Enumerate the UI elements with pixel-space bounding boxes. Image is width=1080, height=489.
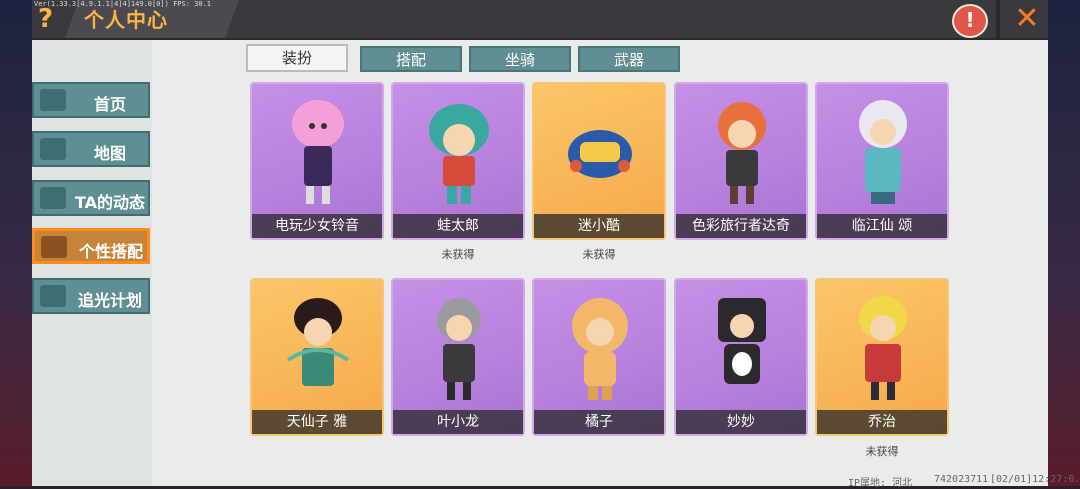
skin-name: 叶小龙 (393, 410, 523, 434)
home-icon (40, 89, 66, 111)
character-figure (429, 104, 489, 204)
sidebar-item-outfit[interactable]: 个性搭配 (32, 228, 150, 264)
background-left (0, 0, 35, 486)
sidebar-item-light-plan[interactable]: 追光计划 (32, 278, 150, 314)
tab-weapon[interactable]: 武器 (578, 46, 680, 72)
character-figure (572, 298, 628, 400)
character-figure (859, 296, 907, 400)
skin-card[interactable]: 电玩少女铃音 (250, 82, 384, 240)
character-figure (292, 100, 344, 204)
skin-card[interactable]: 迷小酷 (532, 82, 666, 240)
skin-name: 乔治 (817, 410, 947, 434)
skin-name: 电玩少女铃音 (252, 214, 382, 238)
page-title: 个人中心 (84, 8, 168, 32)
skin-name: 妙妙 (676, 410, 806, 434)
light-icon (40, 285, 66, 307)
ip-location: IP属地: 河北 (848, 478, 913, 489)
character-figure (718, 102, 766, 204)
bell-icon (40, 187, 66, 209)
skin-card[interactable]: 妙妙 (674, 278, 808, 436)
skin-card[interactable]: 叶小龙 (391, 278, 525, 436)
character-figure (718, 298, 766, 384)
skin-card[interactable]: 蛙太郎 (391, 82, 525, 240)
sidebar-item-home[interactable]: 首页 (32, 82, 150, 118)
tab-match[interactable]: 搭配 (360, 46, 462, 72)
skin-name: 色彩旅行者达奇 (676, 214, 806, 238)
character-figure (859, 100, 907, 204)
help-icon[interactable]: ? (38, 4, 53, 34)
user-id: 742023711 (934, 474, 989, 485)
unowned-label: 未获得 (582, 248, 616, 261)
map-icon (40, 138, 66, 160)
report-button[interactable]: ! (952, 4, 988, 38)
character-figure (286, 298, 350, 386)
skin-name: 迷小酷 (534, 214, 664, 238)
character-figure (437, 298, 481, 400)
close-icon[interactable]: ✕ (1010, 2, 1044, 36)
timestamp: [02/01]12:27:0.163 (990, 474, 1080, 485)
background-right (1048, 0, 1080, 486)
sidebar-item-map[interactable]: 地图 (32, 131, 150, 167)
tab-mount[interactable]: 坐骑 (469, 46, 571, 72)
skin-name: 临江仙 颂 (817, 214, 947, 238)
unowned-label: 未获得 (441, 248, 475, 261)
skin-card[interactable]: 乔治 (815, 278, 949, 436)
skin-card[interactable]: 天仙子 雅 (250, 278, 384, 436)
skin-card[interactable]: 临江仙 颂 (815, 82, 949, 240)
outfit-icon (41, 236, 67, 258)
skin-card[interactable]: 色彩旅行者达奇 (674, 82, 808, 240)
unowned-label: 未获得 (865, 445, 899, 458)
sidebar-item-feed[interactable]: TA的动态 (32, 180, 150, 216)
skin-name: 天仙子 雅 (252, 410, 382, 434)
tab-dressup[interactable]: 装扮 (246, 44, 348, 72)
skin-name: 蛙太郎 (393, 214, 523, 238)
character-figure (568, 130, 632, 178)
skin-card[interactable]: 橘子 (532, 278, 666, 436)
skin-name: 橘子 (534, 410, 664, 434)
